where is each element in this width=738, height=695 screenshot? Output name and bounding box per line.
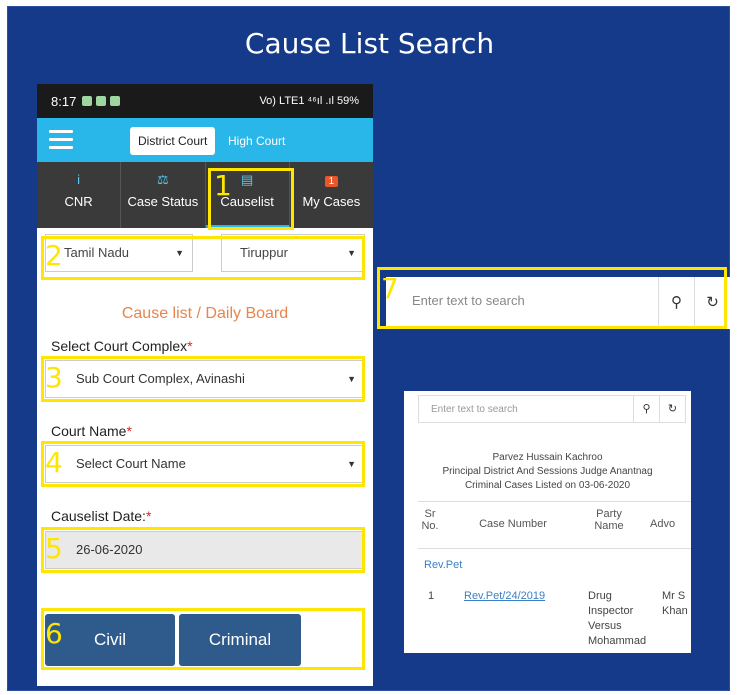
col-case-number: Case Number xyxy=(479,518,547,530)
app-header: District Court High Court xyxy=(37,118,373,162)
court-complex-label: Select Court Complex* xyxy=(51,338,193,354)
callout-number-1: 1 xyxy=(214,169,232,202)
hamburger-menu-icon[interactable] xyxy=(49,130,73,150)
row-party: Drug Inspector Versus Mohammad xyxy=(588,590,647,647)
causelist-heading: Cause list / Daily Board xyxy=(121,305,289,322)
callout-box-7 xyxy=(377,267,727,329)
callout-number-3: 3 xyxy=(45,361,63,394)
phone-screenshot: 8:17 Vo) LTE1 ⁴⁶ıl .ıl 59% District Cour… xyxy=(37,84,373,686)
callout-number-2: 2 xyxy=(45,239,63,272)
callout-number-4: 4 xyxy=(45,446,63,479)
table-header: Sr No. Case Number Party Name Advo xyxy=(418,501,691,549)
judge-info: Parvez Hussain Kachroo Principal Distric… xyxy=(404,451,691,493)
info-icon: i xyxy=(77,172,81,187)
row-advocate: Mr S Khan xyxy=(662,590,688,617)
slide-title: Cause List Search xyxy=(244,27,495,60)
slide: Cause List Search 8:17 Vo) LTE1 ⁴⁶ıl .ıl… xyxy=(7,6,730,691)
notification-icon xyxy=(82,96,93,106)
callout-box-3 xyxy=(41,356,365,402)
search-icon[interactable]: ⚲ xyxy=(633,396,659,422)
reset-icon[interactable]: ↻ xyxy=(659,396,685,422)
listed-date: Criminal Cases Listed on 03-06-2020 xyxy=(464,480,631,491)
causelist-date-label: Causelist Date:* xyxy=(51,508,152,524)
row-case-link[interactable]: Rev.Pet/24/2019 xyxy=(464,589,574,604)
my-cases-icon: 1 xyxy=(290,172,373,188)
row-sr: 1 xyxy=(428,590,435,602)
col-advocate: Advo xyxy=(650,518,676,530)
tab-district-court[interactable]: District Court xyxy=(130,127,216,155)
result-panel: Enter text to search ⚲ ↻ Parvez Hussain … xyxy=(404,391,691,653)
callout-number-6: 6 xyxy=(45,617,63,650)
tab-high-court[interactable]: High Court xyxy=(220,127,293,155)
count-badge: 1 xyxy=(324,176,339,187)
callout-box-6 xyxy=(41,608,365,670)
mini-search-input[interactable]: Enter text to search xyxy=(431,404,518,415)
nav-label: My Cases xyxy=(302,194,361,209)
callout-box-4 xyxy=(41,441,365,487)
court-name-label: Court Name* xyxy=(51,423,132,439)
mini-search-bar: Enter text to search ⚲ ↻ xyxy=(418,395,686,423)
nav-my-cases[interactable]: 1 My Cases xyxy=(290,162,373,228)
callout-number-7: 7 xyxy=(381,272,399,305)
notification-icon xyxy=(96,96,107,106)
callout-box-5 xyxy=(41,527,365,573)
callout-number-5: 5 xyxy=(45,532,63,565)
callout-box-2 xyxy=(41,236,365,280)
scales-icon: ⚖ xyxy=(157,172,169,187)
col-party-name: Party Name xyxy=(594,508,624,532)
nav-case-status[interactable]: ⚖ Case Status xyxy=(121,162,206,228)
nav-label: Case Status xyxy=(127,194,199,209)
court-name: Principal District And Sessions Judge An… xyxy=(442,466,653,477)
signal-battery-icons: Vo) LTE1 ⁴⁶ıl .ıl 59% xyxy=(259,95,359,107)
nav-cnr[interactable]: i CNR xyxy=(37,162,122,228)
status-time: 8:17 xyxy=(51,93,77,109)
status-bar: 8:17 Vo) LTE1 ⁴⁶ıl .ıl 59% xyxy=(37,84,373,118)
judge-name: Parvez Hussain Kachroo xyxy=(492,452,603,463)
col-sr-no: Sr No. xyxy=(421,508,439,532)
notification-icon xyxy=(110,96,121,106)
bottom-nav: i CNR ⚖ Case Status ▤ Causelist 1 My Cas… xyxy=(37,162,373,228)
nav-label: CNR xyxy=(64,194,93,209)
case-category[interactable]: Rev.Pet xyxy=(424,559,462,571)
